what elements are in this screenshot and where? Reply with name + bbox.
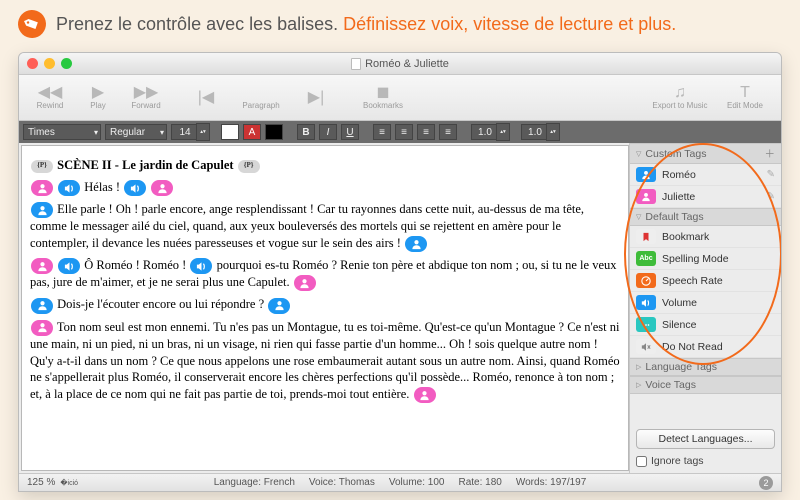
juliette-tag[interactable] — [31, 258, 53, 274]
window-title: Roméo & Juliette — [365, 58, 449, 70]
ignore-tags-checkbox[interactable]: Ignore tags — [636, 455, 775, 467]
volume-tag[interactable] — [58, 258, 80, 274]
juliette-tag[interactable] — [31, 180, 53, 196]
para-spacing-stepper[interactable]: 1.0 — [521, 124, 549, 140]
zoom-control[interactable]: 125 % �ició — [27, 477, 78, 488]
para-tag: {P} — [238, 160, 260, 173]
document-area[interactable]: {P} SCÈNE II - Le jardin de Capulet {P} … — [21, 145, 629, 471]
custom-tag-juliette[interactable]: Juliette✎ — [630, 186, 781, 208]
juliette-tag[interactable] — [294, 275, 316, 291]
tag-do-not-read[interactable]: Do Not Read — [630, 336, 781, 358]
titlebar[interactable]: Roméo & Juliette — [19, 53, 781, 75]
para-tag: {P} — [31, 160, 53, 173]
volume-tag[interactable] — [124, 180, 146, 196]
voice-tags-header[interactable]: ▷Voice Tags — [630, 376, 781, 394]
scene-heading: SCÈNE II - Le jardin de Capulet — [57, 158, 233, 172]
fg-color[interactable] — [221, 124, 239, 140]
edit-mode-button[interactable]: TEdit Mode — [717, 79, 773, 117]
align-right-button[interactable]: ≡ — [417, 124, 435, 140]
weight-select[interactable]: Regular — [105, 124, 167, 140]
banner-text-highlight: Définissez voix, vitesse de lecture et p… — [343, 14, 676, 34]
document-icon — [351, 58, 361, 70]
font-select[interactable]: Times — [23, 124, 101, 140]
status-bar: 125 % �ició Language: French Voice: Thom… — [19, 473, 781, 491]
juliette-tag[interactable] — [31, 320, 53, 336]
edit-icon[interactable]: ✎ — [767, 169, 775, 180]
romeo-tag[interactable] — [405, 236, 427, 252]
volume-tag[interactable] — [190, 258, 212, 274]
banner-text-plain: Prenez le contrôle avec les balises. — [56, 14, 343, 34]
tag-speech-rate[interactable]: Speech Rate — [630, 270, 781, 292]
notifications-badge[interactable]: 2 — [759, 476, 773, 490]
default-tags-header[interactable]: ▽Default Tags — [630, 208, 781, 226]
tag-bookmark[interactable]: Bookmark — [630, 226, 781, 248]
app-window: Roméo & Juliette ◀◀Rewind ▶Play ▶▶Forwar… — [18, 52, 782, 492]
format-bar: Times Regular 14 A B I U ≡ ≡ ≡ ≡ 1.0 1.0 — [19, 121, 781, 143]
tag-silence[interactable]: Silence — [630, 314, 781, 336]
italic-button[interactable]: I — [319, 124, 337, 140]
align-justify-button[interactable]: ≡ — [439, 124, 457, 140]
fg-apply[interactable]: A — [243, 124, 261, 140]
bg-color[interactable] — [265, 124, 283, 140]
romeo-tag[interactable] — [31, 298, 53, 314]
main-toolbar: ◀◀Rewind ▶Play ▶▶Forward |◀ .Paragraph ▶… — [19, 75, 781, 121]
align-left-button[interactable]: ≡ — [373, 124, 391, 140]
romeo-tag[interactable] — [31, 202, 53, 218]
rewind-button[interactable]: ◀◀Rewind — [27, 79, 73, 117]
size-stepper[interactable]: 14 — [171, 124, 199, 140]
next-paragraph-button[interactable]: ▶| — [293, 79, 339, 117]
tag-icon — [13, 5, 50, 42]
bookmarks-button[interactable]: ◼Bookmarks — [353, 79, 413, 117]
underline-button[interactable]: U — [341, 124, 359, 140]
volume-tag[interactable] — [58, 180, 80, 196]
forward-button[interactable]: ▶▶Forward — [123, 79, 169, 117]
custom-tag-romeo[interactable]: Roméo✎ — [630, 164, 781, 186]
juliette-tag[interactable] — [151, 180, 173, 196]
detect-languages-button[interactable]: Detect Languages... — [636, 429, 775, 449]
prev-paragraph-button[interactable]: |◀ — [183, 79, 229, 117]
line-spacing-stepper[interactable]: 1.0 — [471, 124, 499, 140]
juliette-tag[interactable] — [414, 387, 436, 403]
export-button[interactable]: ♫Export to Music — [645, 79, 715, 117]
play-button[interactable]: ▶Play — [75, 79, 121, 117]
romeo-tag[interactable] — [268, 298, 290, 314]
bold-button[interactable]: B — [297, 124, 315, 140]
promo-banner: Prenez le contrôle avec les balises. Déf… — [0, 0, 800, 48]
align-center-button[interactable]: ≡ — [395, 124, 413, 140]
language-tags-header[interactable]: ▷Language Tags — [630, 358, 781, 376]
add-custom-tag[interactable]: ＋ — [765, 146, 776, 161]
tags-sidebar: ▽Custom Tags＋ Roméo✎ Juliette✎ ▽Default … — [629, 143, 781, 473]
paragraph-label: .Paragraph — [231, 79, 291, 117]
tag-spelling[interactable]: AbcSpelling Mode — [630, 248, 781, 270]
tag-volume[interactable]: Volume — [630, 292, 781, 314]
custom-tags-header[interactable]: ▽Custom Tags＋ — [630, 143, 781, 164]
edit-icon[interactable]: ✎ — [767, 191, 775, 202]
